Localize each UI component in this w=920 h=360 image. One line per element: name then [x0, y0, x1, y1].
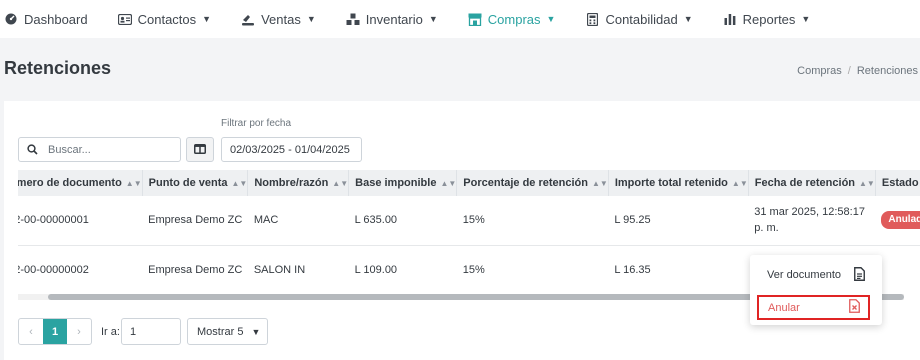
- col-numero-documento[interactable]: Número de documento▲▼: [18, 170, 143, 196]
- nav-ventas[interactable]: Ventas ▼: [241, 12, 316, 27]
- nav-dashboard[interactable]: Dashboard: [4, 12, 88, 27]
- breadcrumb-separator: /: [847, 65, 851, 77]
- prev-page-button[interactable]: ‹: [19, 319, 43, 344]
- nav-inventario-label: Inventario: [365, 11, 423, 27]
- store-icon: [468, 12, 482, 26]
- search-input[interactable]: Buscar...: [18, 137, 181, 162]
- status-badge: Anulada: [881, 211, 920, 230]
- cell-status: [875, 245, 920, 294]
- breadcrumb-compras[interactable]: Compras: [797, 65, 842, 77]
- cell-pct: 15%: [456, 196, 609, 246]
- nav-reportes-label: Reportes: [742, 11, 796, 27]
- cell-pos: Empresa Demo ZC: [142, 196, 248, 246]
- sort-icon[interactable]: ▲▼: [126, 179, 142, 188]
- chevron-down-icon: ▼: [306, 14, 316, 24]
- col-estado[interactable]: Estado▲▼: [875, 170, 920, 196]
- cell-name: MAC: [247, 196, 349, 246]
- col-porcentaje-retencion[interactable]: Porcentaje de retención ▲▼: [456, 170, 609, 196]
- col-nombre-razon[interactable]: Nombre/razón ▲▼: [247, 170, 350, 196]
- goto-page-input[interactable]: 1: [121, 318, 181, 345]
- nav-dashboard-label: Dashboard: [24, 11, 88, 27]
- chevron-down-icon: ▼: [801, 14, 811, 24]
- col-importe-total[interactable]: Importe total retenido ▲▼: [608, 170, 749, 196]
- chevron-down-icon: ▼: [683, 14, 693, 24]
- cell-pos: Empresa Demo ZC: [142, 245, 248, 294]
- page-size-label: Mostrar 5: [197, 325, 244, 338]
- goto-page-label: Ir a:: [101, 326, 120, 338]
- chevron-down-icon: ▼: [546, 14, 556, 24]
- cell-base: L 635.00: [348, 196, 457, 246]
- anular-label: Anular: [768, 301, 800, 314]
- pagination: ‹ 1 ›: [18, 318, 92, 345]
- view-document-label: Ver documento: [767, 269, 841, 281]
- page-title: Retenciones: [4, 58, 112, 78]
- breadcrumb-retenciones: Retenciones: [856, 65, 918, 77]
- cell-date: 31 mar 2025, 12:58:17 p. m.: [748, 196, 876, 246]
- search-icon: [27, 144, 38, 155]
- cell-name: SALON IN: [247, 245, 349, 294]
- anular-menu-item[interactable]: Anular: [757, 295, 870, 320]
- document-icon: [854, 266, 865, 284]
- col-base-imponible[interactable]: Base imponible ▲▼: [348, 170, 458, 196]
- chevron-down-icon: ▼: [428, 14, 438, 24]
- nav-compras-label: Compras: [487, 11, 541, 27]
- calculator-icon: [585, 12, 599, 26]
- col-fecha-retencion[interactable]: Fecha de retención ▲▼: [748, 170, 876, 196]
- breadcrumb: Compras / Retenciones: [797, 65, 918, 77]
- view-document-menu-item[interactable]: Ver documento: [767, 264, 865, 286]
- nav-compras[interactable]: Compras ▼: [468, 11, 556, 27]
- columns-icon: [194, 142, 206, 157]
- file-cancel-icon: [849, 299, 860, 316]
- date-range-input[interactable]: 02/03/2025 - 01/04/2025: [221, 137, 362, 162]
- chevron-down-icon: ▼: [251, 326, 261, 337]
- nav-contabilidad[interactable]: Contabilidad ▼: [585, 11, 693, 27]
- cell-total: L 95.25: [608, 196, 749, 246]
- sort-icon[interactable]: ▲▼: [332, 179, 348, 188]
- sort-icon[interactable]: ▲▼: [732, 179, 748, 188]
- row-actions-menu: Ver documento Anular: [750, 255, 882, 325]
- sort-icon[interactable]: ▲▼: [231, 179, 247, 188]
- nav-contabilidad-label: Contabilidad: [605, 11, 678, 27]
- page-size-select[interactable]: Mostrar 5 ▼: [187, 318, 268, 345]
- nav-inventario[interactable]: Inventario ▼: [346, 12, 438, 27]
- cell-total: L 16.35: [608, 245, 749, 294]
- contacts-icon: [117, 12, 132, 26]
- cell-status: Anulada: [875, 196, 920, 246]
- table-header-row: Número de documento▲▼ Punto de venta▲▼ N…: [18, 170, 920, 196]
- date-filter-label: Filtrar por fecha: [221, 118, 292, 129]
- dashboard-icon: [4, 12, 18, 26]
- page-1-button[interactable]: 1: [43, 319, 67, 344]
- col-punto-venta[interactable]: Punto de venta ▲▼: [142, 170, 249, 196]
- sort-icon[interactable]: ▲▼: [440, 179, 456, 188]
- chevron-down-icon: ▼: [202, 14, 212, 24]
- cell-doc: 002-00-00000002: [18, 245, 143, 294]
- nav-ventas-label: Ventas: [261, 11, 301, 27]
- columns-toggle-button[interactable]: [186, 137, 214, 162]
- search-placeholder: Buscar...: [48, 143, 91, 156]
- cell-pct: 15%: [456, 245, 609, 294]
- cell-doc: 002-00-00000001: [18, 196, 143, 246]
- nav-contactos[interactable]: Contactos ▼: [117, 11, 212, 27]
- sort-icon[interactable]: ▲▼: [859, 179, 875, 188]
- sales-icon: [241, 12, 255, 26]
- cell-base: L 109.00: [348, 245, 457, 294]
- top-navbar: Dashboard Contactos ▼ Ventas ▼ Inventari…: [0, 0, 920, 38]
- bar-chart-icon: [723, 12, 737, 26]
- nav-reportes[interactable]: Reportes ▼: [723, 11, 811, 27]
- next-page-button[interactable]: ›: [67, 319, 91, 344]
- sort-icon[interactable]: ▲▼: [592, 179, 608, 188]
- nav-contactos-label: Contactos: [137, 11, 197, 27]
- table-row: 002-00-00000001 Empresa Demo ZC MAC L 63…: [18, 196, 920, 246]
- inventory-icon: [346, 12, 360, 26]
